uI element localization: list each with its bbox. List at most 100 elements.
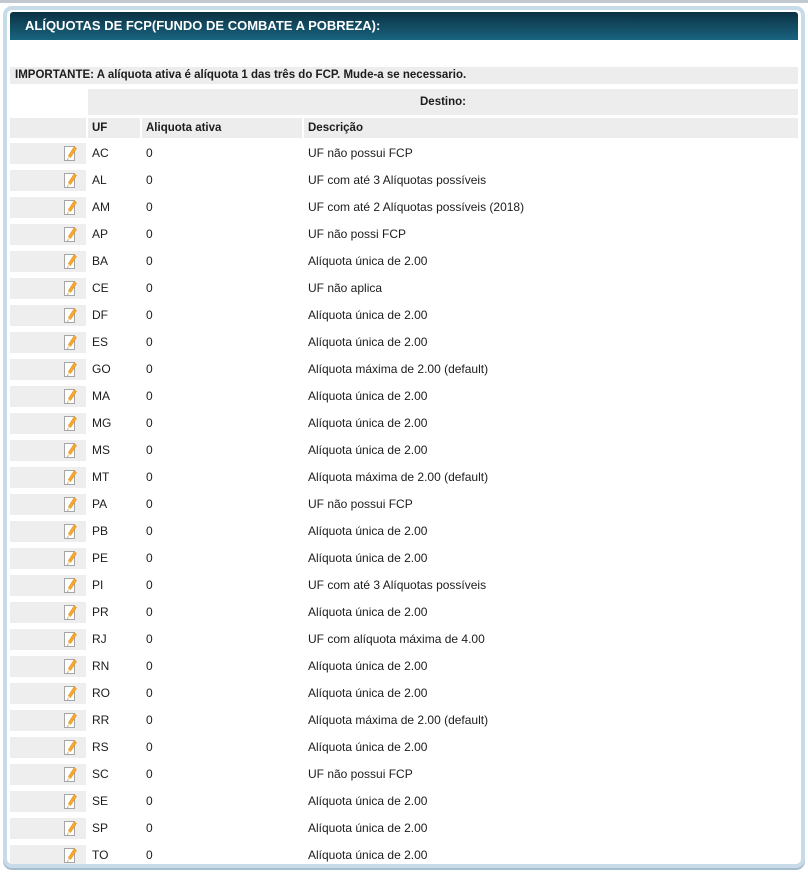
row-actions-cell bbox=[10, 629, 86, 650]
edit-pencil-icon bbox=[63, 470, 78, 486]
row-aliquota-ativa: 0 bbox=[142, 305, 302, 326]
row-actions-cell bbox=[10, 386, 86, 407]
row-uf: SC bbox=[88, 764, 140, 785]
row-uf: AL bbox=[88, 170, 140, 191]
row-descricao: Alíquota única de 2.00 bbox=[304, 845, 798, 866]
table-row: SE 0 Alíquota única de 2.00 bbox=[10, 791, 798, 812]
edit-row-button[interactable] bbox=[62, 415, 78, 432]
row-descricao: UF não possui FCP bbox=[304, 143, 798, 164]
table-row: ES 0 Alíquota única de 2.00 bbox=[10, 332, 798, 353]
edit-row-button[interactable] bbox=[62, 280, 78, 297]
header-cell-actions bbox=[10, 118, 86, 138]
row-actions-cell bbox=[10, 521, 86, 542]
row-actions-cell bbox=[10, 845, 86, 866]
edit-row-button[interactable] bbox=[62, 307, 78, 324]
row-aliquota-ativa: 0 bbox=[142, 278, 302, 299]
edit-pencil-icon bbox=[63, 389, 78, 405]
edit-row-button[interactable] bbox=[62, 550, 78, 567]
row-actions-cell bbox=[10, 224, 86, 245]
important-notice: IMPORTANTE: A alíquota ativa é alíquota … bbox=[10, 67, 798, 84]
row-aliquota-ativa: 0 bbox=[142, 170, 302, 191]
row-aliquota-ativa: 0 bbox=[142, 332, 302, 353]
destino-spacer-cell bbox=[10, 89, 86, 115]
row-uf: BA bbox=[88, 251, 140, 272]
edit-row-button[interactable] bbox=[62, 631, 78, 648]
row-uf: PA bbox=[88, 494, 140, 515]
row-descricao: Alíquota única de 2.00 bbox=[304, 305, 798, 326]
table-row: PB 0 Alíquota única de 2.00 bbox=[10, 521, 798, 542]
edit-row-button[interactable] bbox=[62, 793, 78, 810]
edit-pencil-icon bbox=[63, 281, 78, 297]
row-actions-cell bbox=[10, 305, 86, 326]
header-cell-uf: UF bbox=[88, 118, 140, 138]
row-descricao: Alíquota única de 2.00 bbox=[304, 386, 798, 407]
edit-row-button[interactable] bbox=[62, 388, 78, 405]
table-row: SC 0 UF não possui FCP bbox=[10, 764, 798, 785]
row-descricao: UF com até 3 Alíquotas possíveis bbox=[304, 170, 798, 191]
row-descricao: UF não possui FCP bbox=[304, 494, 798, 515]
table-row: TO 0 Alíquota única de 2.00 bbox=[10, 845, 798, 866]
row-aliquota-ativa: 0 bbox=[142, 764, 302, 785]
row-uf: CE bbox=[88, 278, 140, 299]
row-descricao: Alíquota única de 2.00 bbox=[304, 683, 798, 704]
edit-row-button[interactable] bbox=[62, 739, 78, 756]
edit-row-button[interactable] bbox=[62, 442, 78, 459]
edit-row-button[interactable] bbox=[62, 361, 78, 378]
row-actions-cell bbox=[10, 278, 86, 299]
edit-row-button[interactable] bbox=[62, 658, 78, 675]
row-actions-cell bbox=[10, 683, 86, 704]
row-uf: DF bbox=[88, 305, 140, 326]
row-actions-cell bbox=[10, 818, 86, 839]
edit-row-button[interactable] bbox=[62, 685, 78, 702]
table-row: PI 0 UF com até 3 Alíquotas possíveis bbox=[10, 575, 798, 596]
panel-title: ALÍQUOTAS DE FCP(FUNDO DE COMBATE A POBR… bbox=[10, 12, 798, 40]
row-actions-cell bbox=[10, 251, 86, 272]
row-descricao: Alíquota única de 2.00 bbox=[304, 656, 798, 677]
row-descricao: UF não possui FCP bbox=[304, 764, 798, 785]
table-header-row: UF Aliquota ativa Descrição bbox=[10, 118, 798, 138]
header-cell-descricao: Descrição bbox=[304, 118, 798, 138]
edit-row-button[interactable] bbox=[62, 145, 78, 162]
edit-pencil-icon bbox=[63, 227, 78, 243]
edit-pencil-icon bbox=[63, 335, 78, 351]
edit-pencil-icon bbox=[63, 632, 78, 648]
edit-row-button[interactable] bbox=[62, 334, 78, 351]
row-uf: AP bbox=[88, 224, 140, 245]
edit-row-button[interactable] bbox=[62, 712, 78, 729]
row-aliquota-ativa: 0 bbox=[142, 791, 302, 812]
edit-pencil-icon bbox=[63, 497, 78, 513]
row-aliquota-ativa: 0 bbox=[142, 683, 302, 704]
row-actions-cell bbox=[10, 710, 86, 731]
edit-row-button[interactable] bbox=[62, 496, 78, 513]
edit-pencil-icon bbox=[63, 362, 78, 378]
edit-pencil-icon bbox=[63, 146, 78, 162]
edit-row-button[interactable] bbox=[62, 199, 78, 216]
edit-pencil-icon bbox=[63, 848, 78, 864]
row-aliquota-ativa: 0 bbox=[142, 467, 302, 488]
edit-row-button[interactable] bbox=[62, 172, 78, 189]
edit-row-button[interactable] bbox=[62, 226, 78, 243]
edit-row-button[interactable] bbox=[62, 577, 78, 594]
row-descricao: Alíquota única de 2.00 bbox=[304, 791, 798, 812]
edit-row-button[interactable] bbox=[62, 469, 78, 486]
edit-row-button[interactable] bbox=[62, 523, 78, 540]
row-aliquota-ativa: 0 bbox=[142, 602, 302, 623]
row-uf: PE bbox=[88, 548, 140, 569]
row-aliquota-ativa: 0 bbox=[142, 710, 302, 731]
row-descricao: Alíquota única de 2.00 bbox=[304, 413, 798, 434]
table-row: SP 0 Alíquota única de 2.00 bbox=[10, 818, 798, 839]
row-aliquota-ativa: 0 bbox=[142, 413, 302, 434]
edit-row-button[interactable] bbox=[62, 847, 78, 864]
edit-pencil-icon bbox=[63, 308, 78, 324]
row-uf: RN bbox=[88, 656, 140, 677]
row-uf: SP bbox=[88, 818, 140, 839]
table-row: CE 0 UF não aplica bbox=[10, 278, 798, 299]
row-descricao: Alíquota única de 2.00 bbox=[304, 251, 798, 272]
edit-row-button[interactable] bbox=[62, 253, 78, 270]
edit-row-button[interactable] bbox=[62, 604, 78, 621]
row-actions-cell bbox=[10, 332, 86, 353]
edit-row-button[interactable] bbox=[62, 820, 78, 837]
edit-row-button[interactable] bbox=[62, 766, 78, 783]
table-row: RN 0 Alíquota única de 2.00 bbox=[10, 656, 798, 677]
table-row: RS 0 Alíquota única de 2.00 bbox=[10, 737, 798, 758]
